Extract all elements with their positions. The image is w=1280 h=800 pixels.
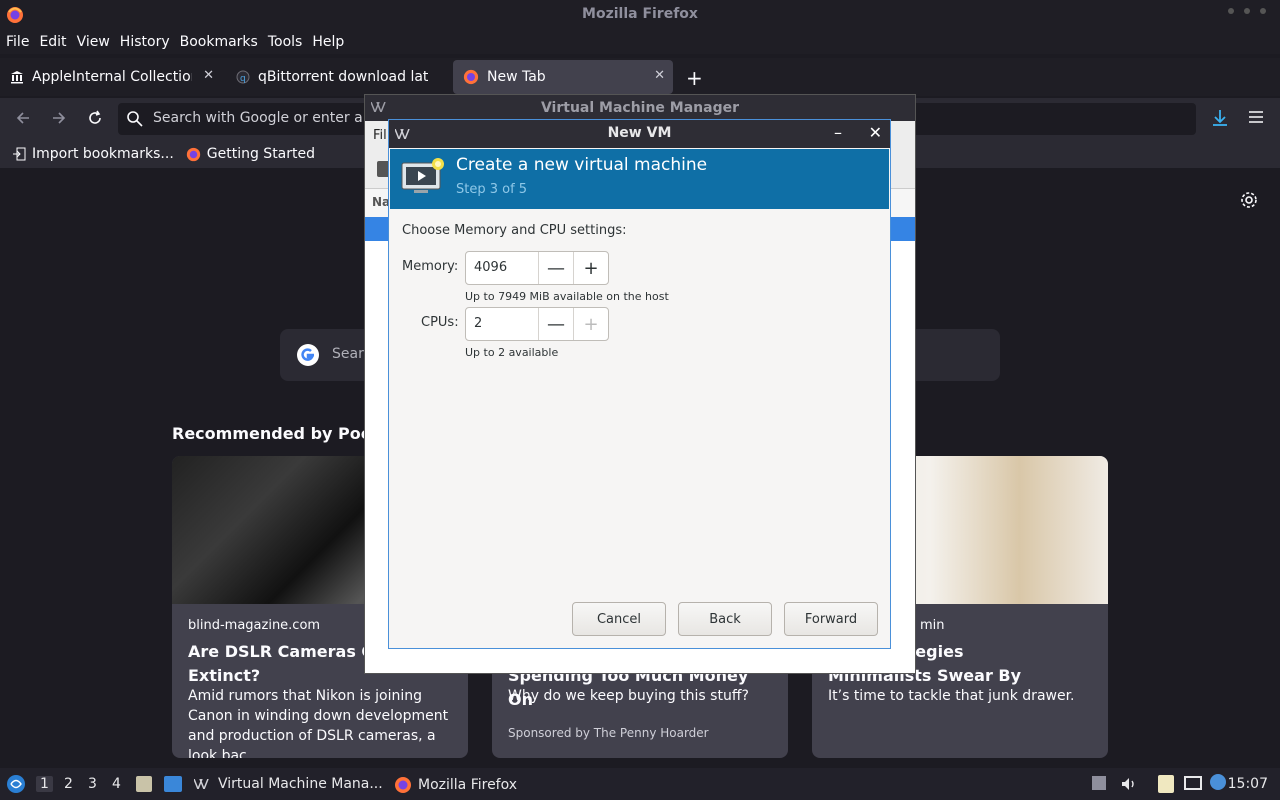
back-arrow-icon[interactable] — [14, 109, 32, 127]
vmm-title: Virtual Machine Manager — [540, 100, 740, 116]
memory-hint: Up to 7949 MiB available on the host — [465, 290, 669, 303]
bookmark-import[interactable]: Import bookmarks... — [12, 146, 174, 162]
menu-file[interactable]: File — [6, 34, 29, 50]
firefox-icon — [463, 69, 479, 85]
cpus-spinbutton[interactable]: 2 — + — [465, 307, 609, 341]
window-controls — [1228, 8, 1266, 14]
firefox-icon — [394, 776, 412, 794]
import-icon — [12, 147, 26, 161]
cpus-label: CPUs: — [421, 315, 459, 330]
firefox-icon — [186, 147, 201, 162]
cpus-increase-button: + — [573, 308, 608, 340]
card-sponsor: Sponsored by The Penny Hoarder — [508, 726, 709, 740]
menu-tools[interactable]: Tools — [268, 34, 303, 50]
network-icon[interactable] — [1184, 776, 1202, 790]
taskbar: 1 2 3 4 Virtual Machine Mana... Mozilla … — [0, 768, 1280, 800]
close-icon[interactable]: ✕ — [654, 68, 665, 83]
bookmark-getting-started[interactable]: Getting Started — [186, 146, 315, 162]
download-icon[interactable] — [1210, 108, 1230, 128]
menu-bar: File Edit View History Bookmarks Tools H… — [0, 30, 1280, 54]
window-title: Mozilla Firefox — [582, 6, 698, 22]
workspace-3[interactable]: 3 — [88, 776, 97, 792]
memory-label: Memory: — [402, 259, 459, 274]
tab-bar: AppleInternal Collection ✕ q qBittorrent… — [0, 58, 1280, 96]
tab-label: qBittorrent download late — [258, 69, 428, 85]
section-label: Choose Memory and CPU settings: — [402, 223, 627, 238]
settings-gear-icon[interactable] — [1240, 191, 1258, 209]
workspace-4[interactable]: 4 — [112, 776, 121, 792]
pocket-section-title: Recommended by Pocke — [172, 424, 392, 443]
taskbar-item-firefox[interactable]: Mozilla Firefox — [394, 776, 517, 794]
dialog-body: Choose Memory and CPU settings: Memory: … — [389, 210, 890, 648]
reload-icon[interactable] — [86, 109, 104, 127]
volume-icon[interactable] — [1120, 775, 1138, 793]
dialog-titlebar: New VM – ✕ — [389, 120, 890, 148]
wizard-step: Step 3 of 5 — [456, 182, 528, 197]
menu-edit[interactable]: Edit — [39, 34, 66, 50]
memory-increase-button[interactable]: + — [573, 252, 608, 284]
menu-bookmarks[interactable]: Bookmarks — [180, 34, 258, 50]
back-button[interactable]: Back — [678, 602, 772, 636]
window-titlebar: Mozilla Firefox — [0, 0, 1280, 30]
cancel-button[interactable]: Cancel — [572, 602, 666, 636]
start-menu-icon[interactable] — [6, 774, 26, 794]
cpus-decrease-button[interactable]: — — [538, 308, 573, 340]
card-excerpt: Amid rumors that Nikon is joining Canon … — [188, 688, 449, 758]
new-vm-dialog: New VM – ✕ Create a new virtual machine … — [388, 119, 891, 649]
museum-icon — [10, 70, 24, 84]
hamburger-menu-icon[interactable] — [1248, 109, 1264, 125]
file-manager-icon[interactable] — [136, 776, 152, 792]
minimize-button[interactable] — [1228, 8, 1234, 14]
forward-button[interactable]: Forward — [784, 602, 878, 636]
card-excerpt: It’s time to tackle that junk drawer. — [828, 688, 1075, 704]
url-input[interactable]: Search with Google or enter a — [153, 110, 363, 126]
close-button[interactable] — [1260, 8, 1266, 14]
forward-arrow-icon[interactable] — [50, 109, 68, 127]
vmm-logo-icon — [194, 779, 212, 789]
bookmark-label: Getting Started — [206, 146, 316, 162]
google-logo-icon — [296, 343, 320, 367]
close-icon[interactable]: ✕ — [203, 68, 214, 83]
notes-icon[interactable] — [1158, 775, 1174, 793]
desktop-icon[interactable] — [164, 776, 182, 792]
wizard-title: Create a new virtual machine — [456, 155, 708, 175]
vmm-titlebar: Virtual Machine Manager — [365, 95, 915, 121]
tab-label: AppleInternal Collection — [32, 69, 192, 85]
maximize-button[interactable] — [1244, 8, 1250, 14]
qbittorrent-icon: q — [236, 70, 250, 84]
updates-icon[interactable] — [1210, 774, 1226, 790]
menu-view[interactable]: View — [77, 34, 110, 50]
new-tab-plus-icon[interactable]: + — [686, 66, 703, 90]
card-excerpt: Why do we keep buying this stuff? — [508, 688, 749, 704]
card-source: blind-magazine.com — [188, 618, 321, 633]
tab-label: New Tab — [487, 69, 546, 85]
svg-text:q: q — [240, 74, 246, 84]
clock: 15:07 — [1227, 776, 1268, 792]
newtab-search-placeholder: Sear — [332, 346, 364, 362]
menu-help[interactable]: Help — [312, 34, 344, 50]
vm-monitor-icon — [400, 157, 446, 197]
dialog-close-icon[interactable]: ✕ — [869, 123, 882, 142]
menu-history[interactable]: History — [120, 34, 170, 50]
workspace-2[interactable]: 2 — [64, 776, 73, 792]
tab-qbittorrent[interactable]: q qBittorrent download late — [226, 60, 450, 94]
taskbar-item-vmm[interactable]: Virtual Machine Mana... — [194, 776, 383, 792]
bookmark-label: Import bookmarks... — [32, 146, 174, 162]
workspace-1[interactable]: 1 — [36, 776, 53, 792]
search-icon — [126, 110, 144, 128]
cpus-input[interactable]: 2 — [466, 308, 538, 340]
tab-appleinternal[interactable]: AppleInternal Collection ✕ — [0, 60, 222, 94]
eject-icon[interactable] — [1092, 776, 1106, 790]
cpus-hint: Up to 2 available — [465, 346, 559, 359]
memory-input[interactable]: 4096 — [466, 252, 538, 284]
dialog-minimize-icon[interactable]: – — [834, 123, 842, 142]
card-source: min — [920, 618, 945, 633]
taskbar-item-label: Virtual Machine Mana... — [218, 776, 383, 792]
memory-spinbutton[interactable]: 4096 — + — [465, 251, 609, 285]
memory-decrease-button[interactable]: — — [538, 252, 573, 284]
wizard-banner: Create a new virtual machine Step 3 of 5 — [390, 149, 889, 209]
taskbar-item-label: Mozilla Firefox — [418, 777, 518, 793]
dialog-title: New VM — [607, 125, 672, 141]
tab-new-tab[interactable]: New Tab ✕ — [453, 60, 673, 94]
